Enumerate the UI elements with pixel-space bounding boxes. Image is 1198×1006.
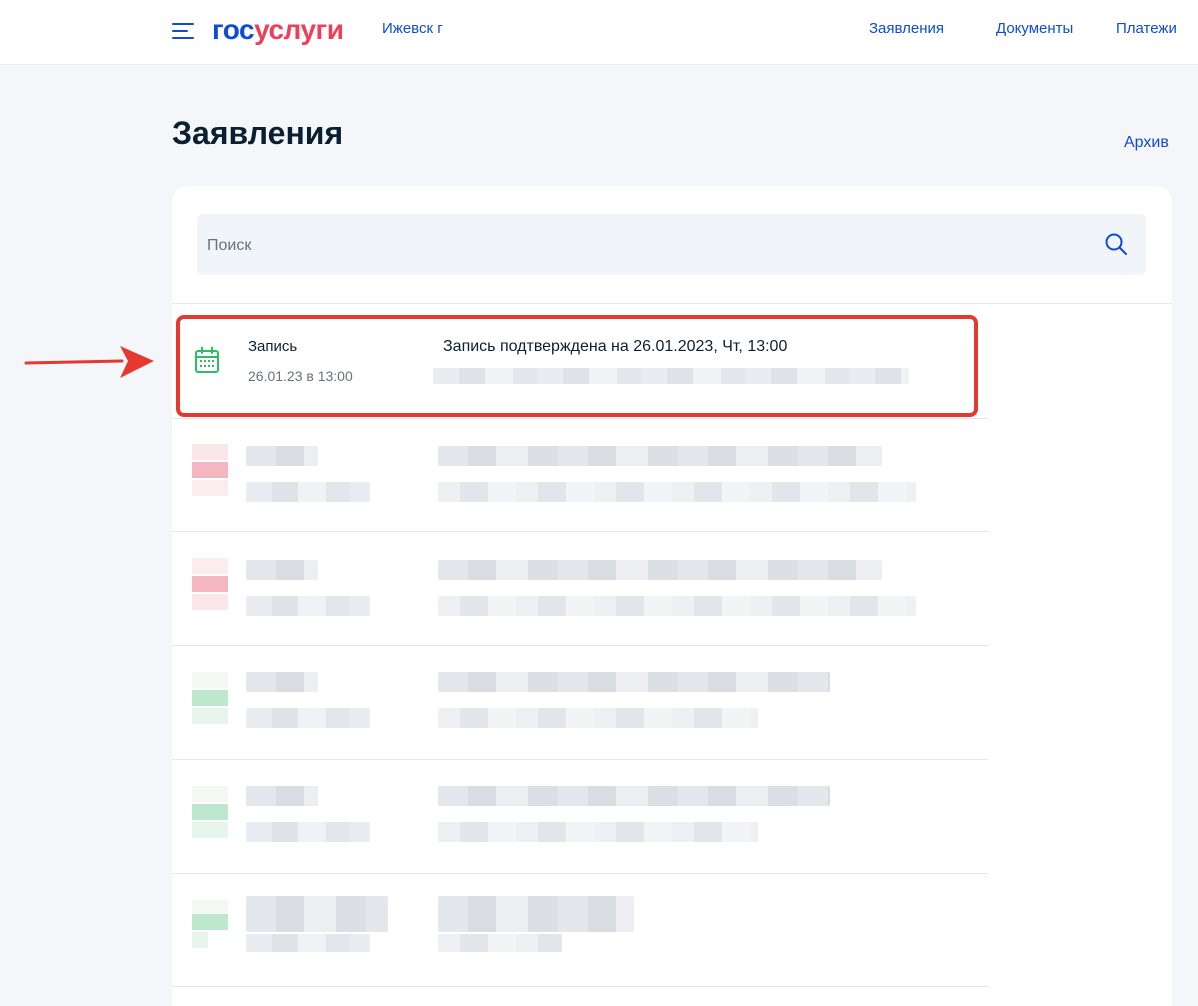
blurred-address xyxy=(438,596,916,616)
annotation-arrow-icon xyxy=(24,346,154,378)
blurred-status xyxy=(438,896,634,932)
page-title: Заявления xyxy=(172,115,344,151)
status-icon-blurred xyxy=(192,672,228,724)
nav-link-documents[interactable]: Документы xyxy=(996,20,1073,37)
blurred-address xyxy=(438,708,758,728)
gosuslugi-logo[interactable]: госуслуги xyxy=(212,15,344,45)
city-selector[interactable]: Ижевск г xyxy=(382,20,443,37)
nav-link-applications[interactable]: Заявления xyxy=(869,20,944,37)
blurred-date xyxy=(246,934,370,952)
blurred-date xyxy=(246,822,370,842)
highlight-frame xyxy=(176,315,978,417)
blurred-title xyxy=(246,560,318,580)
list-divider xyxy=(172,873,988,874)
blurred-title xyxy=(246,896,388,932)
list-divider xyxy=(172,418,988,419)
blurred-status xyxy=(438,560,882,580)
blurred-date xyxy=(246,596,370,616)
blurred-title xyxy=(246,786,318,806)
list-divider xyxy=(172,986,988,987)
blurred-title xyxy=(246,446,318,466)
list-divider xyxy=(172,645,988,646)
blurred-status xyxy=(438,786,830,806)
status-icon-blurred xyxy=(192,786,228,838)
blurred-date xyxy=(246,482,370,502)
nav-link-payments[interactable]: Платежи xyxy=(1116,20,1177,37)
status-icon-blurred xyxy=(192,444,228,496)
search-input[interactable] xyxy=(205,214,1089,277)
blurred-status xyxy=(438,672,830,692)
list-divider xyxy=(172,531,988,532)
top-header: госуслуги Ижевск г Заявления Документы П… xyxy=(0,0,1198,65)
blurred-date xyxy=(246,708,370,728)
blurred-address xyxy=(438,822,758,842)
status-icon-blurred xyxy=(192,900,228,952)
blurred-title xyxy=(246,672,318,692)
menu-icon[interactable] xyxy=(172,23,194,41)
list-divider xyxy=(172,303,1172,304)
search-bar xyxy=(197,214,1146,277)
archive-link[interactable]: Архив xyxy=(1124,134,1169,152)
list-divider xyxy=(172,759,988,760)
blurred-status xyxy=(438,446,882,466)
status-icon-blurred xyxy=(192,558,228,610)
search-icon[interactable] xyxy=(1104,232,1128,256)
blurred-address xyxy=(438,482,916,502)
blurred-address xyxy=(438,934,562,952)
